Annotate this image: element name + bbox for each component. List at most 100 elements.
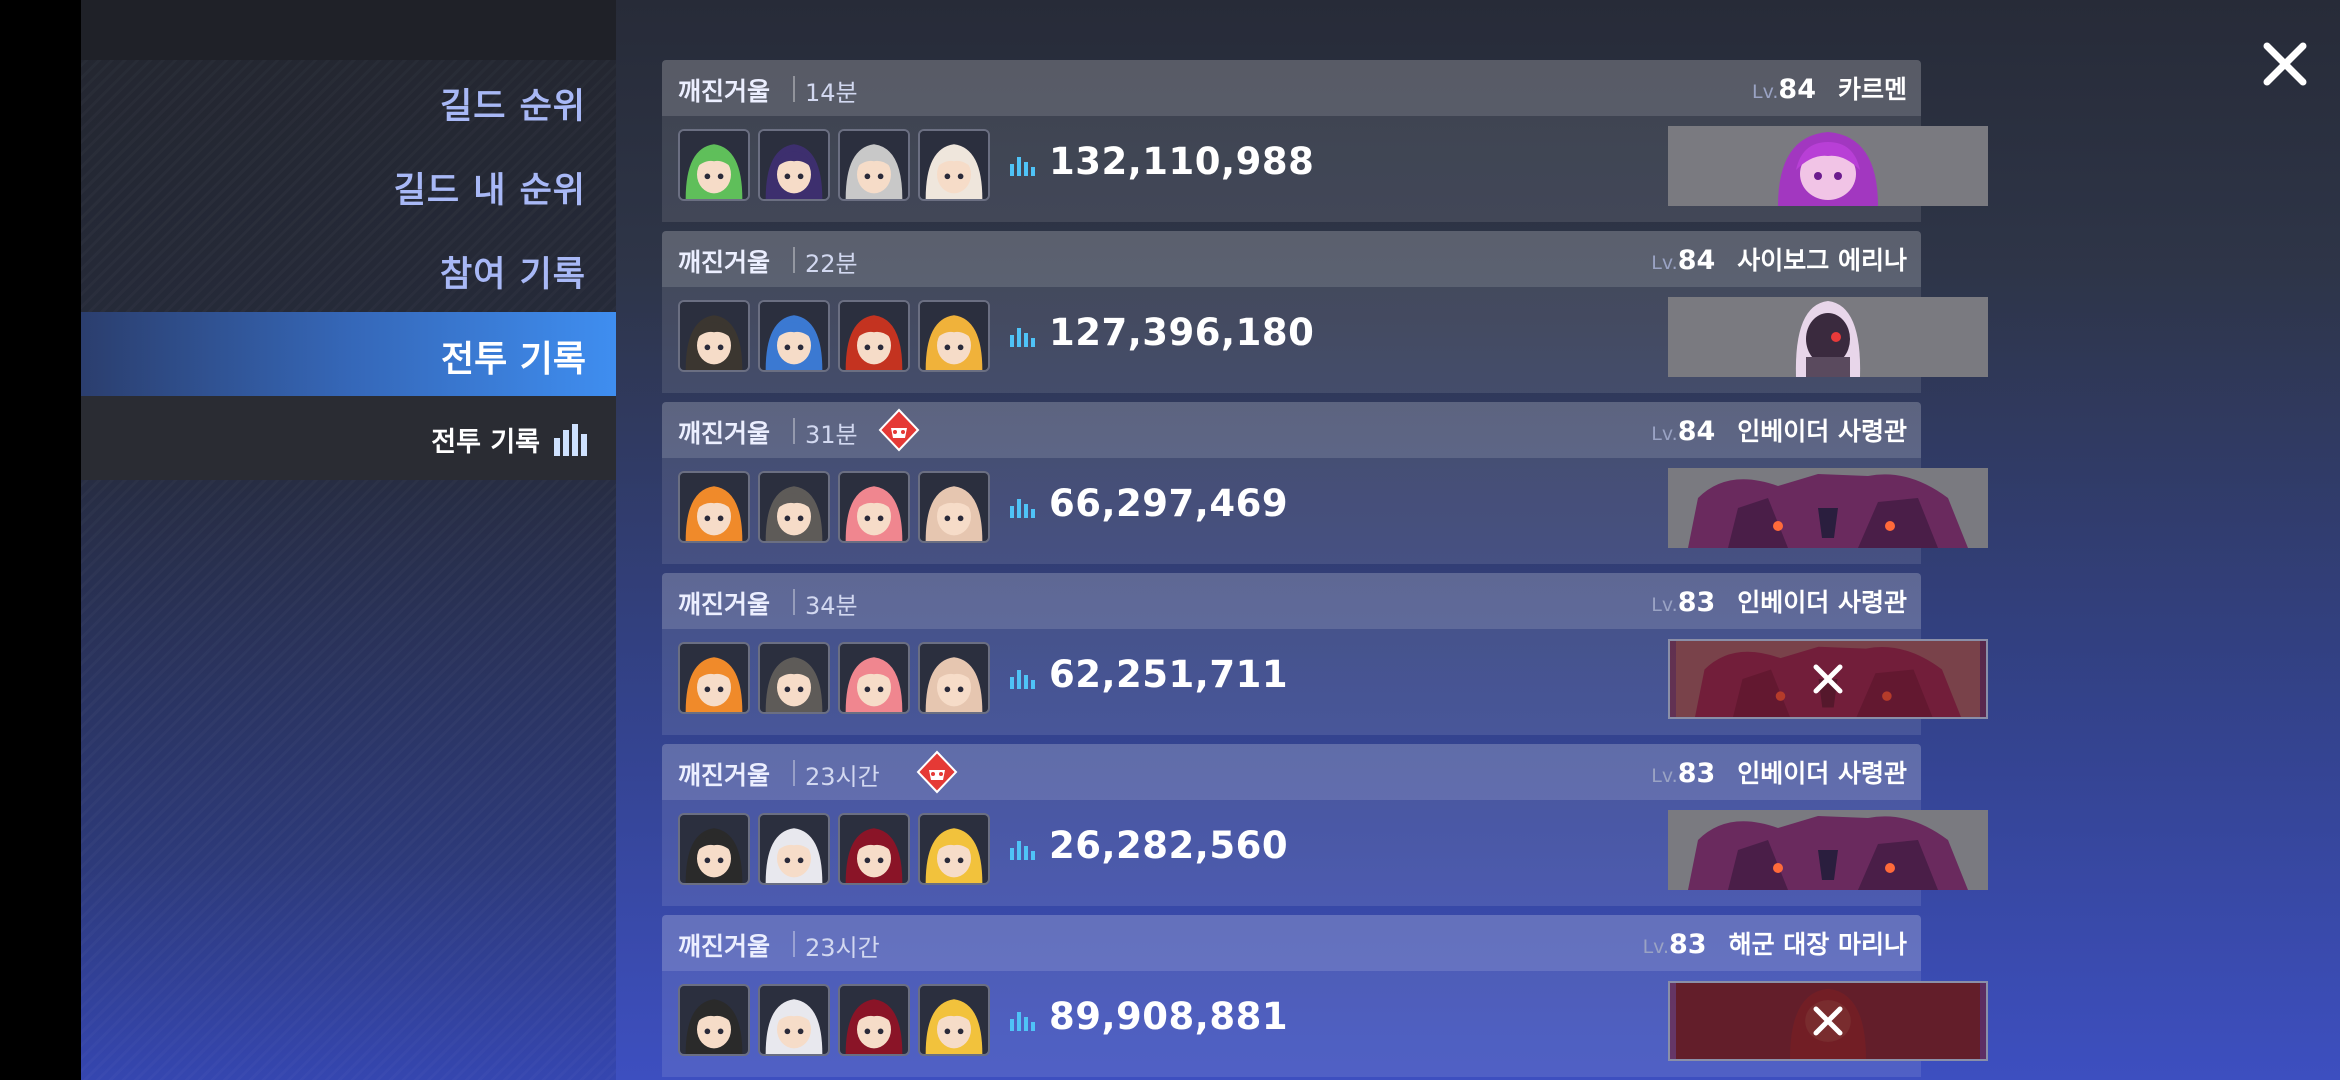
hero-portrait[interactable] <box>918 813 990 885</box>
failed-x-icon <box>1813 664 1843 694</box>
boss-name: 해군 대장 마리나 <box>1728 930 1907 959</box>
record-header: 깨진거울 23시간 Lv.83 해군 대장 마리나 <box>662 915 1921 971</box>
damage-score: 127,396,180 <box>1049 311 1315 354</box>
record-body: 127,396,180 <box>662 287 1988 393</box>
header-divider <box>793 760 795 786</box>
boss-level: 84 <box>1677 416 1716 447</box>
boss-thumbnail[interactable] <box>1668 297 1988 377</box>
bar-chart-icon <box>554 424 587 456</box>
boss-name: 인베이더 사령관 <box>1737 759 1907 788</box>
boss-badge-icon <box>916 750 958 794</box>
damage-score: 62,251,711 <box>1049 653 1289 696</box>
hero-portrait[interactable] <box>918 129 990 201</box>
hero-portrait[interactable] <box>678 129 750 201</box>
nav-battle-log[interactable]: 전투 기록 <box>81 312 616 396</box>
level-prefix: Lv. <box>1651 423 1678 445</box>
failed-x-icon <box>1813 1006 1843 1036</box>
nav-guild-ranking[interactable]: 길드 순위 <box>440 78 586 129</box>
nav-battle-log-label: 전투 기록 <box>440 339 586 380</box>
boss-thumbnail[interactable] <box>1668 981 1988 1061</box>
battle-record-card[interactable]: 깨진거울 14분 Lv.84 카르멘 132,110,988 <box>662 60 1988 222</box>
record-body: 66,297,469 <box>662 458 1988 564</box>
hero-portrait[interactable] <box>838 813 910 885</box>
boss-info: Lv.84 카르멘 <box>1752 70 1907 106</box>
close-icon[interactable] <box>2259 38 2311 90</box>
damage-icon <box>1010 670 1035 689</box>
boss-level: 84 <box>1677 245 1716 276</box>
record-body: 26,282,560 <box>662 800 1988 906</box>
hero-portrait[interactable] <box>838 642 910 714</box>
record-time-ago: 14분 <box>805 79 858 107</box>
battle-record-card[interactable]: 깨진거울 23시간 Lv.83 해군 대장 마리나 89,908,881 <box>662 915 1988 1077</box>
record-header: 깨진거울 22분 Lv.84 사이보그 에리나 <box>662 231 1921 287</box>
record-header: 깨진거울 23시간 Lv.83 인베이더 사령관 <box>662 744 1921 800</box>
record-time-ago: 22분 <box>805 250 858 278</box>
level-prefix: Lv. <box>1651 594 1678 616</box>
boss-thumbnail[interactable] <box>1668 468 1988 548</box>
boss-name: 사이보그 에리나 <box>1737 246 1907 275</box>
record-header: 깨진거울 34분 Lv.83 인베이더 사령관 <box>662 573 1921 629</box>
hero-portrait[interactable] <box>758 471 830 543</box>
battle-record-card[interactable]: 깨진거울 34분 Lv.83 인베이더 사령관 62,251,711 <box>662 573 1988 735</box>
hero-portrait[interactable] <box>758 300 830 372</box>
header-divider <box>793 931 795 957</box>
hero-portrait[interactable] <box>838 129 910 201</box>
nav-in-guild-ranking[interactable]: 길드 내 순위 <box>394 162 586 213</box>
record-header: 깨진거울 14분 Lv.84 카르멘 <box>662 60 1921 116</box>
hero-portrait[interactable] <box>678 471 750 543</box>
hero-portrait[interactable] <box>758 813 830 885</box>
record-mode: 깨진거울 <box>678 77 771 106</box>
battle-record-card[interactable]: 깨진거울 22분 Lv.84 사이보그 에리나 127,396,180 <box>662 231 1988 393</box>
damage-icon <box>1010 499 1035 518</box>
boss-level: 84 <box>1778 74 1816 105</box>
nav-participation-log[interactable]: 참여 기록 <box>440 246 586 297</box>
hero-portrait[interactable] <box>838 471 910 543</box>
damage-score: 66,297,469 <box>1049 482 1289 525</box>
hero-portrait[interactable] <box>758 129 830 201</box>
record-mode: 깨진거울 <box>678 419 771 448</box>
record-time-ago: 31분 <box>805 421 858 449</box>
hero-portrait[interactable] <box>918 984 990 1056</box>
hero-portrait[interactable] <box>678 984 750 1056</box>
hero-portrait[interactable] <box>838 300 910 372</box>
boss-info: Lv.84 사이보그 에리나 <box>1651 241 1907 277</box>
battle-log-stats-subtab[interactable]: 전투 기록 <box>81 396 616 480</box>
record-mode: 깨진거울 <box>678 248 771 277</box>
hero-portrait[interactable] <box>838 984 910 1056</box>
battle-record-card[interactable]: 깨진거울 31분 Lv.84 인베이더 사령관 66,297,469 <box>662 402 1988 564</box>
battle-log-subtab-label: 전투 기록 <box>431 427 540 458</box>
boss-info: Lv.83 인베이더 사령관 <box>1651 754 1907 790</box>
record-mode: 깨진거울 <box>678 590 771 619</box>
hero-portrait[interactable] <box>918 471 990 543</box>
hero-portrait[interactable] <box>678 300 750 372</box>
header-divider <box>793 247 795 273</box>
level-prefix: Lv. <box>1752 81 1779 103</box>
damage-score: 26,282,560 <box>1049 824 1289 867</box>
record-body: 132,110,988 <box>662 116 1988 222</box>
hero-portrait[interactable] <box>918 300 990 372</box>
boss-level: 83 <box>1677 758 1716 789</box>
hero-portrait[interactable] <box>758 984 830 1056</box>
boss-info: Lv.83 인베이더 사령관 <box>1651 583 1907 619</box>
hero-portrait[interactable] <box>758 642 830 714</box>
boss-level: 83 <box>1669 929 1707 960</box>
hero-portrait[interactable] <box>678 813 750 885</box>
hero-portrait[interactable] <box>918 642 990 714</box>
damage-icon <box>1010 328 1035 347</box>
damage-icon <box>1010 157 1035 176</box>
boss-info: Lv.84 인베이더 사령관 <box>1651 412 1907 448</box>
record-mode: 깨진거울 <box>678 761 771 790</box>
record-body: 62,251,711 <box>662 629 1988 735</box>
boss-name: 인베이더 사령관 <box>1737 588 1907 617</box>
battle-record-card[interactable]: 깨진거울 23시간 Lv.83 인베이더 사령관 26,282,560 <box>662 744 1988 906</box>
boss-badge-icon <box>878 408 920 452</box>
hero-portrait[interactable] <box>678 642 750 714</box>
sidebar: 길드 순위 길드 내 순위 참여 기록 전투 기록 전투 기록 <box>81 0 616 1080</box>
record-time-ago: 34분 <box>805 592 858 620</box>
boss-thumbnail[interactable] <box>1668 810 1988 890</box>
boss-name: 인베이더 사령관 <box>1737 417 1907 446</box>
level-prefix: Lv. <box>1651 765 1678 787</box>
boss-thumbnail[interactable] <box>1668 639 1988 719</box>
boss-thumbnail[interactable] <box>1668 126 1988 206</box>
level-prefix: Lv. <box>1651 252 1678 274</box>
